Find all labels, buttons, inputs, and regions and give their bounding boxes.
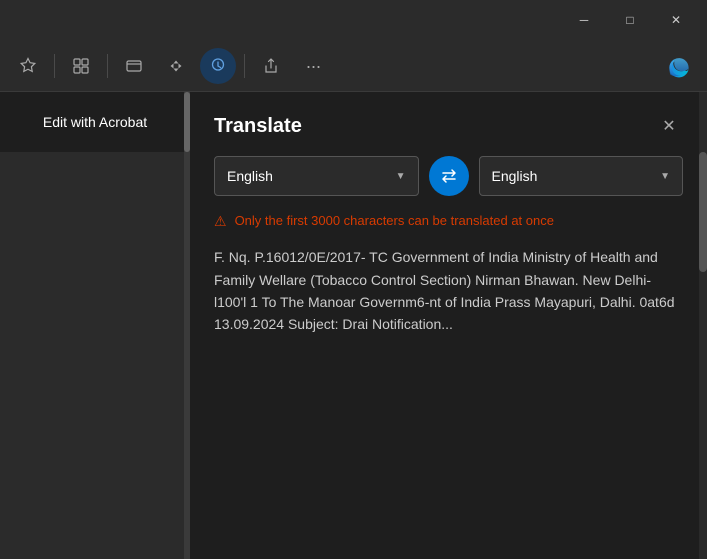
translated-text: F. Nq. P.16012/0E/2017- TC Government of… xyxy=(214,246,683,336)
panel-scrollbar[interactable] xyxy=(699,92,707,559)
edit-with-acrobat-button[interactable]: Edit with Acrobat xyxy=(0,92,190,152)
warning-icon: ⚠ xyxy=(214,213,227,230)
edge-logo xyxy=(661,48,697,84)
browser-toolbar: ··· xyxy=(0,40,707,92)
split-screen-icon[interactable] xyxy=(158,48,194,84)
source-language-select[interactable]: English ▼ xyxy=(214,156,419,196)
language-row: English ▼ English ▼ xyxy=(190,156,707,196)
maximize-button[interactable]: □ xyxy=(607,4,653,36)
source-language-arrow-icon: ▼ xyxy=(396,171,406,182)
translated-content[interactable]: F. Nq. P.16012/0E/2017- TC Government of… xyxy=(190,246,707,559)
favorites-icon[interactable] xyxy=(10,48,46,84)
main-content: Edit with Acrobat Translate ✕ English ▼ xyxy=(0,92,707,559)
separator-2 xyxy=(107,54,108,78)
panel-scrollbar-thumb xyxy=(699,152,707,272)
swap-languages-button[interactable] xyxy=(429,156,469,196)
close-panel-button[interactable]: ✕ xyxy=(655,112,683,140)
browser-essentials-icon[interactable] xyxy=(200,48,236,84)
collections-icon[interactable] xyxy=(63,48,99,84)
tab-groups-icon[interactable] xyxy=(116,48,152,84)
target-language-label: English xyxy=(492,168,538,184)
more-tools-icon[interactable]: ··· xyxy=(295,48,331,84)
warning-text: Only the first 3000 characters can be tr… xyxy=(235,212,554,230)
close-button[interactable]: ✕ xyxy=(653,4,699,36)
sidebar: Edit with Acrobat xyxy=(0,92,190,559)
share-icon[interactable] xyxy=(253,48,289,84)
translate-panel-title: Translate xyxy=(214,115,302,138)
target-language-select[interactable]: English ▼ xyxy=(479,156,684,196)
warning-message: ⚠ Only the first 3000 characters can be … xyxy=(190,212,707,230)
minimize-button[interactable]: ─ xyxy=(561,4,607,36)
separator-3 xyxy=(244,54,245,78)
target-language-arrow-icon: ▼ xyxy=(660,171,670,182)
separator-1 xyxy=(54,54,55,78)
source-language-label: English xyxy=(227,168,273,184)
translate-panel: Translate ✕ English ▼ English ▼ ⚠ On xyxy=(190,92,707,559)
title-bar: ─ □ ✕ xyxy=(0,0,707,40)
title-bar-controls: ─ □ ✕ xyxy=(561,4,699,36)
translate-panel-header: Translate ✕ xyxy=(190,92,707,156)
acrobat-button-label: Edit with Acrobat xyxy=(43,114,147,130)
